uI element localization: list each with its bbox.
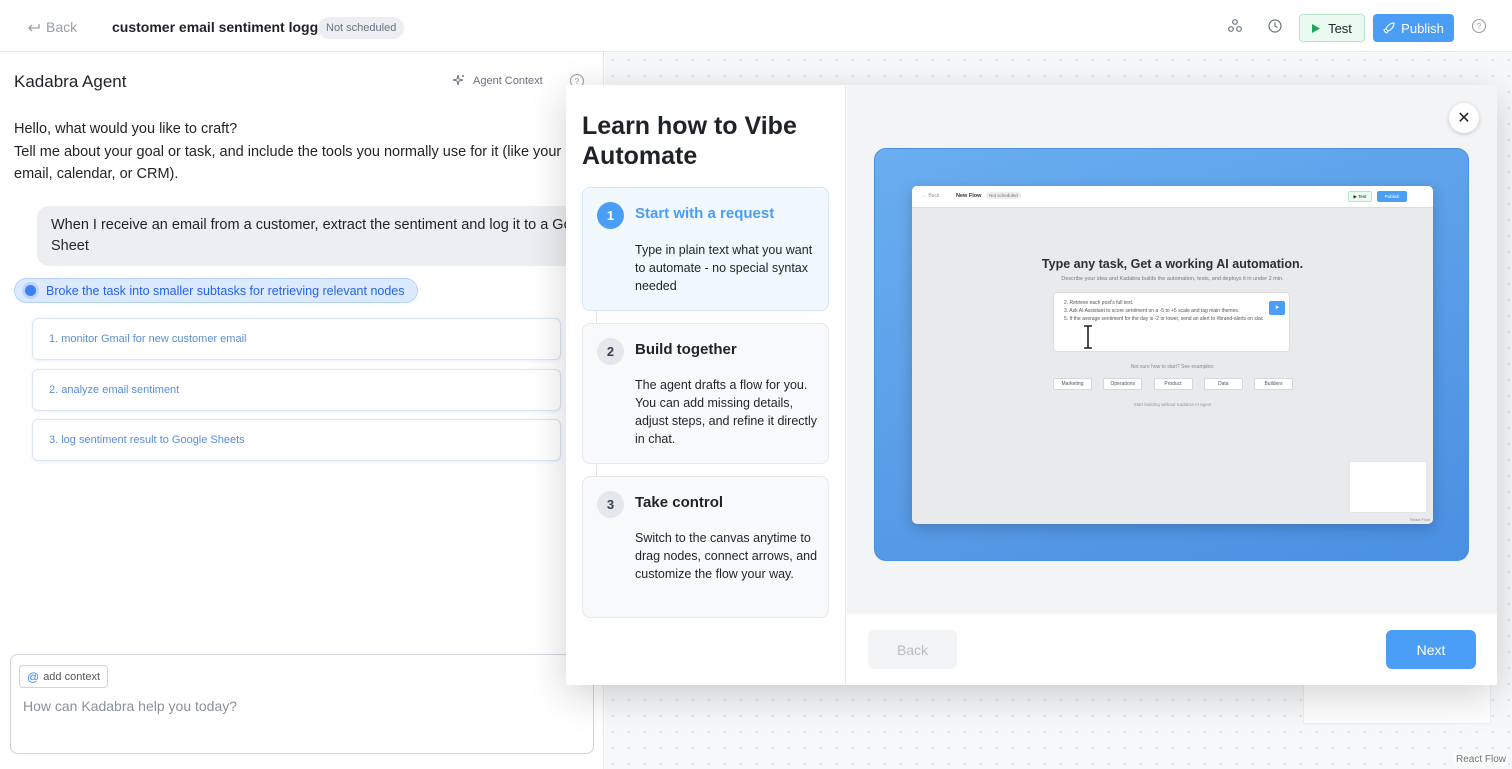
modal-steps-panel: Learn how to Vibe Automate 1 Start with … bbox=[566, 85, 846, 685]
step-title: Start with a request bbox=[635, 205, 775, 222]
preview-topbar: ← Back New Flow Not scheduled ▶ Test Pub… bbox=[912, 186, 1433, 208]
step-description: Type in plain text what you want to auto… bbox=[635, 243, 813, 293]
preview-chip: Marketing bbox=[1053, 378, 1092, 390]
top-bar: Back customer email sentiment logger Not… bbox=[0, 0, 1512, 52]
step-title: Take control bbox=[635, 494, 724, 511]
step-3[interactable]: 3 Take control Switch to the canvas anyt… bbox=[582, 476, 829, 618]
preview-chips: Marketing Operations Product Data Builde… bbox=[1053, 378, 1293, 390]
add-context-button[interactable]: @ add context bbox=[19, 665, 109, 688]
preview-box-line: 3. Ask AI Assistant to score sentiment o… bbox=[1064, 308, 1240, 314]
schedule-badge[interactable]: Not scheduled bbox=[318, 17, 405, 39]
preview-headline: Type any task, Get a working AI automati… bbox=[1041, 257, 1304, 271]
agent-title: Kadabra Agent bbox=[14, 72, 127, 91]
status-dot-icon bbox=[25, 285, 36, 296]
step-number: 3 bbox=[597, 491, 624, 518]
preview-back: ← Back bbox=[922, 193, 940, 199]
modal-title: Learn how to Vibe Automate bbox=[582, 112, 797, 170]
help-icon[interactable]: ? bbox=[1471, 18, 1487, 34]
close-icon: ✕ bbox=[1457, 110, 1471, 127]
step-description: Switch to the canvas anytime to drag nod… bbox=[635, 531, 818, 581]
subtask-item[interactable]: 2. analyze email sentiment bbox=[32, 369, 561, 411]
play-icon bbox=[1312, 23, 1321, 33]
preview-subheadline: Describe your idea and Kadabra builds th… bbox=[1061, 276, 1284, 282]
preview-chip: Product bbox=[1153, 378, 1193, 390]
preview-minimap bbox=[1349, 461, 1427, 513]
greeting-line-2: Tell me about your goal or task, and inc… bbox=[14, 143, 562, 183]
modal-preview-panel: ✕ ← Back New Flow Not scheduled ▶ Test P… bbox=[847, 85, 1497, 685]
canvas-node[interactable] bbox=[1303, 684, 1491, 724]
agent-context-button[interactable]: Agent Context bbox=[452, 74, 543, 87]
preview-test: ▶ Test bbox=[1348, 191, 1372, 202]
step-description: The agent drafts a flow for you. You can… bbox=[635, 378, 818, 446]
svg-text:?: ? bbox=[1477, 22, 1482, 31]
test-label: Test bbox=[1328, 20, 1352, 36]
preview-badge: Not scheduled bbox=[986, 192, 1021, 199]
step-connector bbox=[596, 310, 597, 323]
chat-placeholder: How can Kadabra help you today? bbox=[23, 698, 238, 714]
agent-greeting: Hello, what would you like to craft? Tel… bbox=[14, 118, 574, 186]
publish-label: Publish bbox=[1401, 20, 1444, 36]
status-chip: Broke the task into smaller subtasks for… bbox=[14, 278, 418, 303]
agent-context-label: Agent Context bbox=[473, 74, 543, 87]
step-number: 1 bbox=[597, 202, 624, 229]
subtask-item[interactable]: 1. monitor Gmail for new customer email bbox=[32, 318, 561, 360]
flow-title[interactable]: customer email sentiment logger bbox=[112, 19, 331, 35]
webhook-icon[interactable] bbox=[1227, 18, 1243, 34]
preview-chip: Operations bbox=[1103, 378, 1143, 390]
modal-next-button[interactable]: Next bbox=[1386, 630, 1476, 669]
preview-hint: Not sure how to start? See examples: bbox=[1130, 364, 1215, 370]
modal-back-button[interactable]: Back bbox=[868, 630, 957, 669]
preview-box-line: 2. Retrieve each post's full text. bbox=[1064, 300, 1134, 306]
user-message: When I receive an email from a customer,… bbox=[37, 206, 617, 266]
rocket-icon bbox=[1383, 22, 1395, 34]
add-context-label: add context bbox=[43, 670, 101, 683]
preview-title: New Flow bbox=[956, 193, 982, 199]
step-connector bbox=[596, 463, 597, 476]
preview-footer-link: Start building without Kadabra AI agent bbox=[1133, 402, 1212, 407]
test-button[interactable]: Test bbox=[1299, 14, 1365, 42]
agent-panel: Kadabra Agent Agent Context ? Hello, wha… bbox=[0, 52, 617, 769]
chat-input[interactable]: @ add context How can Kadabra help you t… bbox=[10, 654, 594, 754]
modal-footer: Back Next bbox=[847, 614, 1497, 685]
sparkle-icon bbox=[452, 74, 464, 86]
text-cursor-icon bbox=[1084, 325, 1092, 349]
onboarding-modal: Learn how to Vibe Automate 1 Start with … bbox=[566, 85, 1497, 685]
step-1[interactable]: 1 Start with a request Type in plain tex… bbox=[582, 187, 829, 311]
react-flow-attribution[interactable]: React Flow bbox=[1453, 753, 1508, 766]
preview-send-icon: ➤ bbox=[1269, 301, 1285, 315]
subtask-item[interactable]: 3. log sentiment result to Google Sheets bbox=[32, 419, 561, 461]
back-link[interactable]: Back bbox=[26, 19, 77, 35]
step-2[interactable]: 2 Build together The agent drafts a flow… bbox=[582, 323, 829, 464]
publish-button[interactable]: Publish bbox=[1373, 14, 1454, 42]
history-icon[interactable] bbox=[1267, 18, 1283, 34]
step-number: 2 bbox=[597, 338, 624, 365]
preview-image: ← Back New Flow Not scheduled ▶ Test Pub… bbox=[874, 148, 1469, 561]
back-arrow-icon bbox=[28, 24, 40, 32]
preview-screenshot: ← Back New Flow Not scheduled ▶ Test Pub… bbox=[912, 186, 1433, 524]
at-icon: @ bbox=[27, 669, 40, 684]
status-text: Broke the task into smaller subtasks for… bbox=[46, 283, 405, 298]
preview-box-line: 5. If the average sentiment for the day … bbox=[1064, 316, 1264, 322]
close-button[interactable]: ✕ bbox=[1449, 103, 1479, 133]
preview-publish: Publish bbox=[1377, 191, 1407, 202]
preview-chip: Builders bbox=[1254, 378, 1293, 390]
greeting-line-1: Hello, what would you like to craft? bbox=[14, 121, 238, 137]
back-label: Back bbox=[46, 19, 78, 35]
step-title: Build together bbox=[635, 341, 737, 358]
preview-chip: Data bbox=[1203, 378, 1243, 390]
preview-attribution: React Flow bbox=[1409, 517, 1430, 522]
